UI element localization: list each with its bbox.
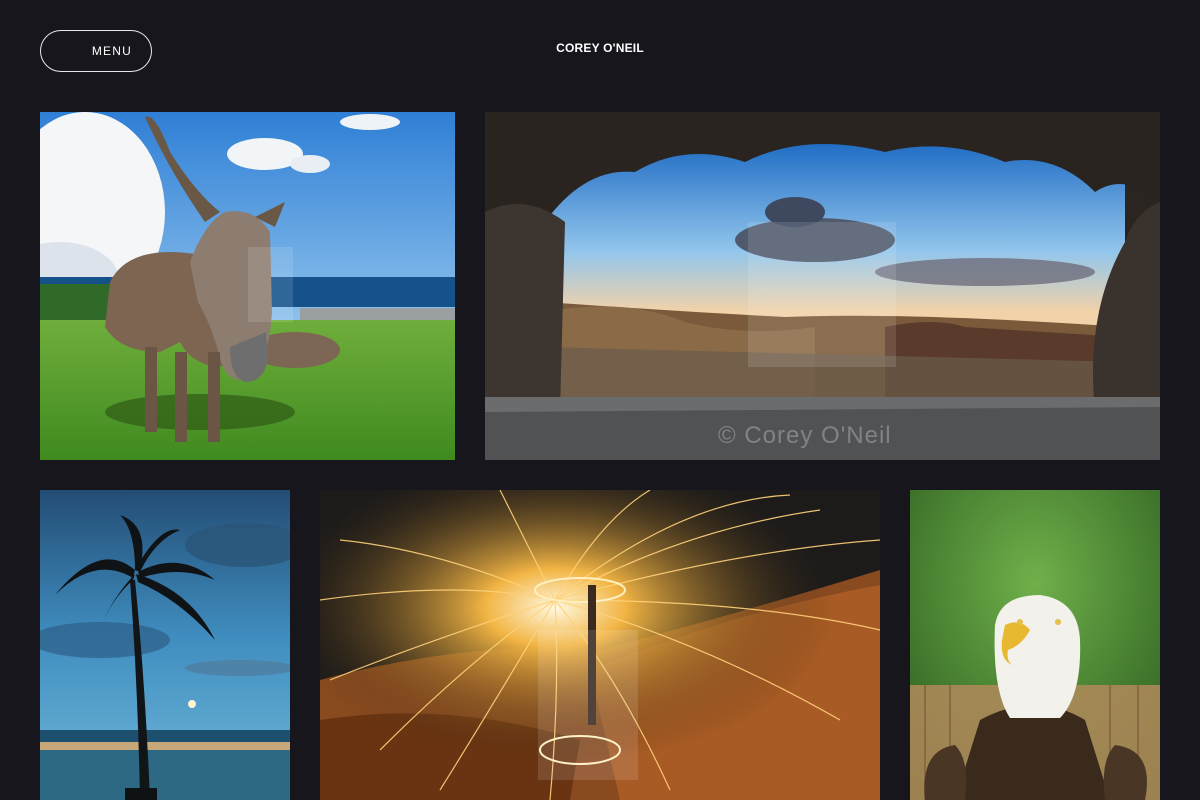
gallery-photo-stone-window[interactable]: © Corey O'Neil <box>485 112 1160 460</box>
gallery-photo-bald-eagle[interactable] <box>910 490 1160 800</box>
site-title[interactable]: COREY O'NEIL <box>0 41 1200 55</box>
watermark-overlay <box>748 222 896 367</box>
watermark-overlay <box>538 630 638 780</box>
watermark-overlay <box>248 247 293 322</box>
bald-eagle-image <box>910 490 1160 800</box>
gallery-photo-palm-tree[interactable] <box>40 490 290 800</box>
gallery-photo-steel-wool[interactable] <box>320 490 880 800</box>
gallery-photo-donkey[interactable] <box>40 112 455 460</box>
palm-tree-image <box>40 490 290 800</box>
site-header: MENU COREY O'NEIL <box>0 0 1200 100</box>
watermark-text: © Corey O'Neil <box>718 422 892 449</box>
